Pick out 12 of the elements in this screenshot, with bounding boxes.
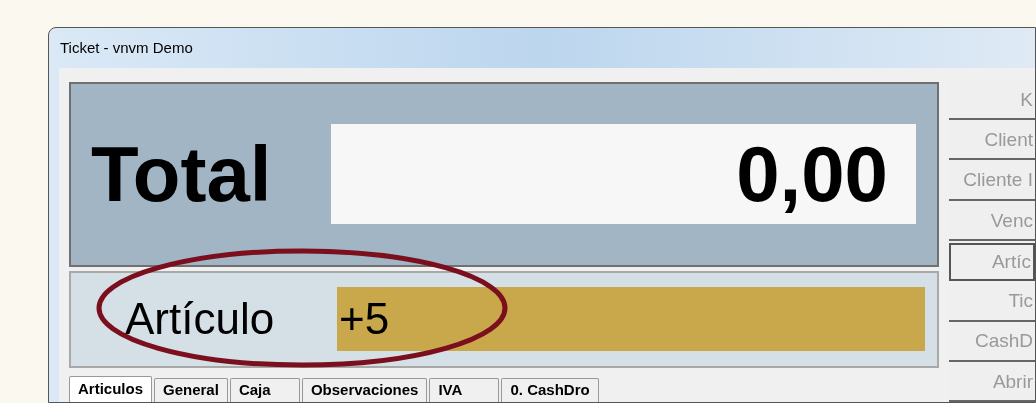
side-button[interactable]: Artíc — [949, 242, 1035, 282]
tab[interactable]: IVA — [429, 378, 500, 402]
tab[interactable]: Caja — [229, 378, 300, 402]
total-label: Total — [91, 135, 273, 214]
article-field[interactable]: +5 — [337, 287, 925, 352]
tab[interactable]: General — [154, 378, 228, 402]
tab[interactable]: 0. CashDro — [501, 378, 599, 402]
total-value: 0,00 — [736, 135, 888, 214]
window-title: Ticket - vnvm Demo — [60, 37, 193, 58]
tab[interactable]: Articulos — [69, 376, 152, 402]
tab[interactable]: Observaciones — [301, 378, 428, 402]
article-label: Artículo — [125, 297, 276, 342]
